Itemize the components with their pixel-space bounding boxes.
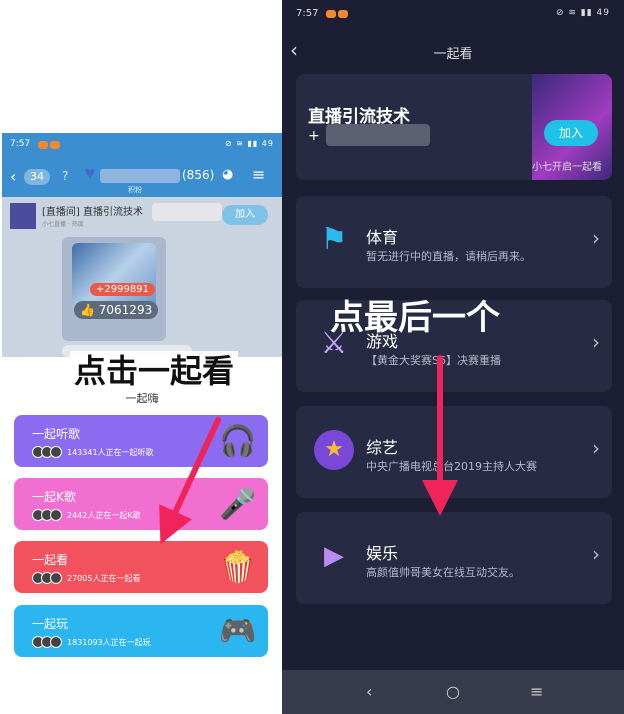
annotation-arrows: [159, 355, 458, 545]
left-annotation-arrow: [159, 417, 221, 545]
